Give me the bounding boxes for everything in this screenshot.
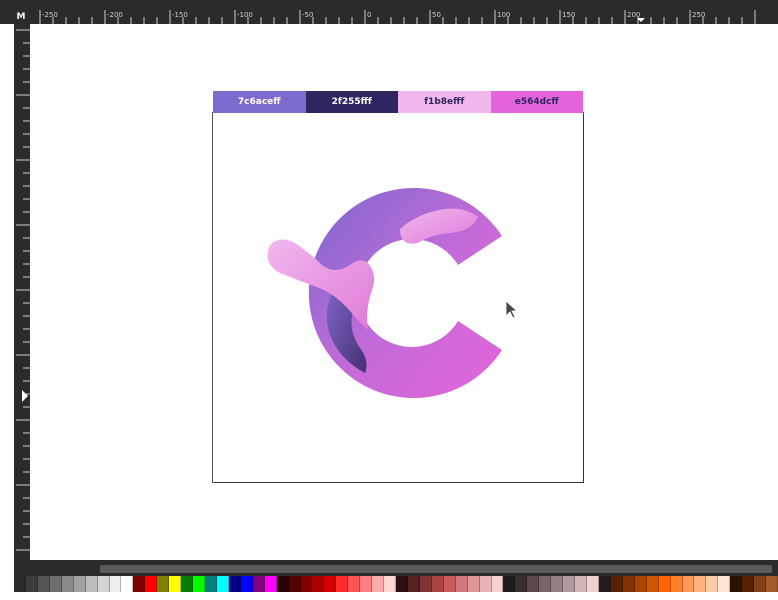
palette-color-swatch[interactable] [25, 576, 38, 592]
palette-color-swatch[interactable] [718, 576, 731, 592]
ruler-label: 250 [692, 11, 705, 19]
bottom-margin [0, 592, 778, 600]
ruler-label: 100 [497, 11, 510, 19]
palette-color-swatch[interactable] [443, 576, 456, 592]
palette-color-swatch[interactable] [49, 576, 62, 592]
swatch-purple[interactable]: 7c6aceff [213, 91, 306, 113]
palette-color-swatch[interactable] [575, 576, 587, 592]
palette-color-swatch[interactable] [37, 576, 50, 592]
palette-color-swatch[interactable] [396, 576, 408, 592]
palette-color-swatch[interactable] [419, 576, 432, 592]
swatch-label: e564dcff [514, 97, 559, 107]
scrollbar-thumb[interactable] [100, 565, 772, 573]
palette-color-swatch[interactable] [658, 576, 671, 592]
swatch-label: 7c6aceff [237, 97, 281, 107]
palette-color-swatch[interactable] [622, 576, 635, 592]
color-palette-bar [14, 576, 778, 592]
palette-color-swatch[interactable] [312, 576, 325, 592]
horizontal-scrollbar[interactable] [14, 560, 778, 576]
palette-color-swatch[interactable] [169, 576, 182, 592]
palette-color-swatch[interactable] [730, 576, 743, 592]
color-swatch-bar: 7c6aceff 2f255fff f1b8efff e564dcff [213, 91, 583, 113]
palette-color-swatch[interactable] [133, 576, 146, 592]
swatch-magenta[interactable]: e564dcff [490, 91, 583, 113]
palette-color-swatch[interactable] [670, 576, 683, 592]
palette-color-swatch[interactable] [694, 576, 707, 592]
palette-color-swatch[interactable] [742, 576, 755, 592]
palette-color-swatch[interactable] [14, 576, 26, 592]
palette-color-swatch[interactable] [527, 576, 540, 592]
palette-color-swatch[interactable] [61, 576, 74, 592]
palette-color-swatch[interactable] [157, 576, 170, 592]
left-margin [0, 0, 14, 600]
palette-color-swatch[interactable] [109, 576, 122, 592]
ruler-label: 50 [432, 11, 441, 19]
ruler-label: -100 [237, 11, 253, 19]
ruler-ticks: -250 -200 -150 -100 -50 0 50 100 150 200 250 [39, 10, 756, 24]
swatch-label: f1b8efff [424, 97, 465, 107]
palette-color-swatch[interactable] [515, 576, 528, 592]
palette-color-swatch[interactable] [479, 576, 492, 592]
palette-color-swatch[interactable] [563, 576, 576, 592]
vertical-ruler[interactable] [14, 24, 30, 560]
vertical-scrollbar[interactable] [758, 24, 778, 560]
ruler-label: 150 [562, 11, 575, 19]
palette-color-swatch[interactable] [455, 576, 468, 592]
palette-color-swatch[interactable] [706, 576, 719, 592]
palette-color-swatch[interactable] [598, 576, 611, 592]
palette-color-swatch[interactable] [491, 576, 504, 592]
palette-color-swatch[interactable] [503, 576, 516, 592]
palette-color-swatch[interactable] [634, 576, 647, 592]
vertical-ruler-ticks [16, 29, 30, 551]
palette-color-swatch[interactable] [264, 576, 277, 592]
ruler-corner-button[interactable]: M [14, 10, 28, 24]
palette-color-swatch[interactable] [276, 576, 289, 592]
ruler-label: 200 [627, 11, 640, 19]
palette-color-swatch[interactable] [324, 576, 337, 592]
palette-color-swatch[interactable] [205, 576, 217, 592]
palette-color-swatch[interactable] [467, 576, 480, 592]
palette-color-swatch[interactable] [240, 576, 253, 592]
palette-color-swatch[interactable] [216, 576, 229, 592]
swatch-label: 2f255fff [331, 97, 372, 107]
palette-color-swatch[interactable] [73, 576, 86, 592]
ruler-label: -50 [302, 11, 313, 19]
ruler-label: -150 [172, 11, 188, 19]
palette-color-swatch[interactable] [181, 576, 194, 592]
letter-c-logo[interactable] [250, 185, 510, 405]
palette-color-swatch[interactable] [407, 576, 420, 592]
swatch-light-pink[interactable]: f1b8efff [398, 91, 491, 113]
mouse-pointer-icon [505, 300, 518, 319]
palette-color-swatch[interactable] [384, 576, 396, 592]
palette-color-swatch[interactable] [288, 576, 301, 592]
palette-color-swatch[interactable] [97, 576, 110, 592]
palette-color-swatch[interactable] [539, 576, 552, 592]
palette-color-swatch[interactable] [193, 576, 205, 592]
ruler-label: 0 [367, 11, 371, 19]
palette-color-swatch[interactable] [587, 576, 599, 592]
palette-color-swatch[interactable] [646, 576, 659, 592]
palette-color-swatch[interactable] [252, 576, 265, 592]
palette-color-swatch[interactable] [431, 576, 444, 592]
palette-color-swatch[interactable] [348, 576, 361, 592]
ruler-label: -250 [42, 11, 58, 19]
palette-color-swatch[interactable] [372, 576, 385, 592]
palette-color-swatch[interactable] [145, 576, 158, 592]
horizontal-ruler[interactable]: -250 -200 -150 -100 -50 0 50 100 150 200 250 [0, 0, 778, 24]
palette-color-swatch[interactable] [766, 576, 778, 592]
palette-color-swatch[interactable] [682, 576, 695, 592]
ruler-label: -200 [107, 11, 123, 19]
palette-color-swatch[interactable] [551, 576, 564, 592]
palette-color-swatch[interactable] [610, 576, 623, 592]
palette-color-swatch[interactable] [300, 576, 313, 592]
palette-color-swatch[interactable] [85, 576, 98, 592]
palette-color-swatch[interactable] [336, 576, 349, 592]
swatch-dark-purple[interactable]: 2f255fff [305, 91, 398, 113]
palette-color-swatch[interactable] [754, 576, 767, 592]
palette-color-swatch[interactable] [228, 576, 241, 592]
palette-color-swatch[interactable] [121, 576, 134, 592]
palette-color-swatch[interactable] [360, 576, 373, 592]
ruler-position-marker-icon [22, 390, 28, 402]
